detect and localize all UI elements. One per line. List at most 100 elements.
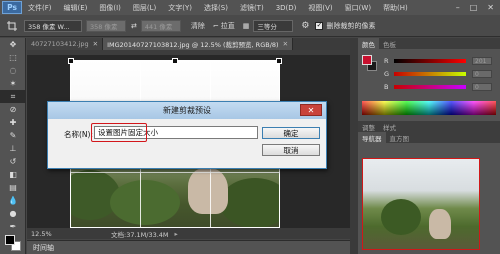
window-controls: – □ ✕ <box>456 3 494 12</box>
straighten-button[interactable]: 拉直 <box>221 21 235 31</box>
crop-view-select[interactable]: 三等分 <box>253 19 294 32</box>
gradient-tool-icon[interactable]: ▤ <box>0 181 26 194</box>
crop-height-input[interactable]: 441 像素 <box>140 19 181 32</box>
navigator-panel-tabs: 导航器 直方图 <box>358 132 500 143</box>
green-slider[interactable]: G 0 <box>384 70 496 78</box>
close-tab-icon[interactable]: ✕ <box>283 40 288 48</box>
crop-ratio-value: 358 像素 W... <box>28 22 70 31</box>
blue-slider[interactable]: B 0 <box>384 83 496 91</box>
menu-3d[interactable]: 3D(D) <box>276 4 297 12</box>
swap-icon[interactable]: ⇄ <box>131 22 137 30</box>
healing-brush-tool-icon[interactable]: ✚ <box>0 116 26 129</box>
foreground-color-swatch[interactable] <box>5 235 15 245</box>
magic-wand-tool-icon[interactable]: ✶ <box>0 77 26 90</box>
dialog-close-button[interactable]: ✕ <box>300 104 322 116</box>
zoom-level[interactable]: 12.5% <box>31 230 61 238</box>
eyedropper-tool-icon[interactable]: ⊘ <box>0 103 26 116</box>
tab-navigator[interactable]: 导航器 <box>358 132 386 143</box>
status-menu-arrow-icon[interactable]: ▸ <box>175 230 178 238</box>
view-grid-icon: ▦ <box>242 21 250 30</box>
tab-color[interactable]: 颜色 <box>358 38 379 49</box>
dialog-title: 新建剪裁预设 <box>163 106 211 115</box>
move-tool-icon[interactable]: ✥ <box>0 38 26 51</box>
tools-panel: ✥ ⬚ ◌ ✶ ⌗ ⊘ ✚ ✎ ⊥ ↺ ◧ ▤ 💧 ● ✒ <box>0 38 26 254</box>
options-bar: 358 像素 W... 358 像素 ⇄ 441 像素 清除 ⌐ 拉直 ▦ 三等… <box>0 15 500 37</box>
menu-layer[interactable]: 图层(L) <box>133 3 156 13</box>
doc-tab-1-label: 40727103412.jpg <box>31 40 89 48</box>
crop-height-value: 441 像素 <box>144 22 173 31</box>
navigator-view-frame[interactable] <box>362 158 480 250</box>
ok-button[interactable]: 确定 <box>262 127 320 139</box>
blue-value[interactable]: 0 <box>472 83 492 91</box>
minimize-icon[interactable]: – <box>456 3 460 12</box>
photoshop-logo: Ps <box>2 1 22 14</box>
clone-stamp-tool-icon[interactable]: ⊥ <box>0 142 26 155</box>
crop-width-value: 358 像素 <box>90 22 118 31</box>
menu-view[interactable]: 视图(V) <box>308 3 332 13</box>
dialog-titlebar[interactable]: 新建剪裁预设 ✕ <box>48 102 326 119</box>
delete-cropped-checkbox[interactable]: ✓ <box>315 21 324 30</box>
lasso-tool-icon[interactable]: ◌ <box>0 64 26 77</box>
menu-image[interactable]: 图像(I) <box>99 3 121 13</box>
green-track[interactable] <box>394 72 466 76</box>
color-panel: R 201 G 0 B 0 <box>358 49 500 121</box>
pen-tool-icon[interactable]: ✒ <box>0 220 26 233</box>
navigator-panel: 导航器 直方图 <box>358 132 500 254</box>
red-slider[interactable]: R 201 <box>384 57 496 65</box>
crop-tool-icon[interactable] <box>4 19 20 33</box>
crop-width-input[interactable]: 358 像素 <box>86 19 126 32</box>
timeline-tab[interactable]: 时间轴 <box>33 243 54 253</box>
menu-edit[interactable]: 编辑(E) <box>64 3 88 13</box>
menu-help[interactable]: 帮助(H) <box>383 3 408 13</box>
delete-cropped-label: 删除裁剪的像素 <box>326 21 376 30</box>
dodge-tool-icon[interactable]: ● <box>0 207 26 220</box>
document-size-info: 文档:37.1M/33.4M <box>111 230 169 239</box>
menu-filter[interactable]: 滤镜(T) <box>240 3 264 13</box>
brush-tool-icon[interactable]: ✎ <box>0 129 26 142</box>
menu-file[interactable]: 文件(F) <box>28 3 52 13</box>
status-bar: 12.5% 文档:37.1M/33.4M ▸ <box>27 228 350 239</box>
preset-name-label: 名称(N): <box>64 130 93 139</box>
tab-histogram[interactable]: 直方图 <box>386 132 414 143</box>
blur-tool-icon[interactable]: 💧 <box>0 194 26 207</box>
settings-gear-icon[interactable]: ⚙ <box>301 21 309 31</box>
doc-tab-1[interactable]: 40727103412.jpg ✕ <box>27 38 104 50</box>
menu-select[interactable]: 选择(S) <box>204 3 228 13</box>
green-label: G <box>384 70 390 78</box>
close-window-icon[interactable]: ✕ <box>487 3 494 12</box>
red-track[interactable] <box>394 59 466 63</box>
blue-label: B <box>384 83 389 91</box>
eraser-tool-icon[interactable]: ◧ <box>0 168 26 181</box>
tab-swatches[interactable]: 色板 <box>379 38 400 49</box>
cancel-button[interactable]: 取消 <box>262 144 320 156</box>
menu-type[interactable]: 文字(Y) <box>168 3 192 13</box>
document-tabs: 40727103412.jpg ✕ IMG20140727103812.jpg … <box>27 38 350 50</box>
crop-handle[interactable] <box>276 58 282 64</box>
history-brush-tool-icon[interactable]: ↺ <box>0 155 26 168</box>
clear-button[interactable]: 清除 <box>191 21 205 31</box>
color-panel-foreground-swatch[interactable] <box>362 55 372 65</box>
doc-tab-2-label: IMG20140727103812.jpg @ 12.5% (裁剪预览, RGB… <box>107 41 279 49</box>
maximize-icon[interactable]: □ <box>470 3 478 12</box>
tab-adjustments[interactable]: 调整 <box>358 121 379 132</box>
color-spectrum[interactable] <box>362 101 496 115</box>
color-swatches[interactable] <box>0 233 26 254</box>
green-value[interactable]: 0 <box>472 70 492 78</box>
adjust-panel-tabs: 调整 样式 <box>358 121 500 132</box>
close-tab-icon[interactable]: ✕ <box>93 40 98 48</box>
marquee-tool-icon[interactable]: ⬚ <box>0 51 26 64</box>
doc-tab-2[interactable]: IMG20140727103812.jpg @ 12.5% (裁剪预览, RGB… <box>103 38 294 50</box>
red-value[interactable]: 201 <box>472 57 492 65</box>
straighten-icon[interactable]: ⌐ <box>213 22 219 30</box>
crop-ratio-select[interactable]: 358 像素 W... <box>24 19 82 32</box>
tab-styles[interactable]: 样式 <box>379 121 400 132</box>
crop-handle[interactable] <box>172 58 178 64</box>
crop-handle[interactable] <box>68 58 74 64</box>
blue-track[interactable] <box>394 85 466 89</box>
red-label: R <box>384 57 389 65</box>
menu-window[interactable]: 窗口(W) <box>345 3 371 13</box>
color-panel-tabs: 颜色 色板 <box>358 38 500 49</box>
crop-view-value: 三等分 <box>257 22 277 31</box>
crop-tool-active-icon[interactable]: ⌗ <box>0 90 26 103</box>
panel-icon-strip <box>350 38 358 254</box>
